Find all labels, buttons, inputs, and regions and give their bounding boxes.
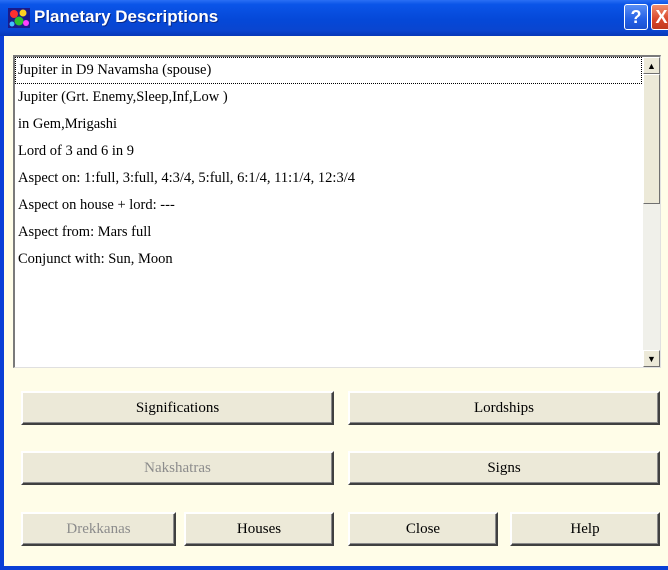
- title-help-button[interactable]: ?: [624, 4, 648, 30]
- significations-button[interactable]: Significations: [21, 391, 334, 425]
- description-listbox[interactable]: Jupiter in D9 Navamsha (spouse) Jupiter …: [13, 55, 661, 368]
- nakshatras-button[interactable]: Nakshatras: [21, 451, 334, 485]
- title-close-button[interactable]: X: [651, 4, 668, 30]
- title-bar[interactable]: Planetary Descriptions ? X: [0, 0, 668, 36]
- list-item[interactable]: Aspect from: Mars full: [15, 219, 642, 246]
- help-icon: ?: [630, 6, 642, 27]
- list-item[interactable]: Jupiter (Grt. Enemy,Sleep,Inf,Low ): [15, 84, 642, 111]
- description-list[interactable]: Jupiter in D9 Navamsha (spouse) Jupiter …: [15, 57, 642, 367]
- window-title: Planetary Descriptions: [34, 7, 219, 26]
- close-button[interactable]: Close: [348, 512, 498, 546]
- close-icon: X: [655, 6, 668, 27]
- lordships-button[interactable]: Lordships: [348, 391, 660, 425]
- list-item[interactable]: Aspect on: 1:full, 3:full, 4:3/4, 5:full…: [15, 165, 642, 192]
- scroll-thumb[interactable]: [643, 74, 660, 204]
- list-item[interactable]: Jupiter in D9 Navamsha (spouse): [15, 57, 642, 84]
- list-item[interactable]: Aspect on house + lord: ---: [15, 192, 642, 219]
- planetary-descriptions-window: Planetary Descriptions ? X Jupiter in D9…: [0, 0, 668, 570]
- list-item[interactable]: Conjunct with: Sun, Moon: [15, 246, 642, 273]
- scroll-up-button[interactable]: ▲: [643, 57, 660, 74]
- signs-button[interactable]: Signs: [348, 451, 660, 485]
- arrow-up-icon: ▲: [647, 60, 656, 71]
- vertical-scrollbar[interactable]: ▲ ▼: [643, 57, 660, 367]
- list-item[interactable]: in Gem,Mrigashi: [15, 111, 642, 138]
- help-button[interactable]: Help: [510, 512, 660, 546]
- houses-button[interactable]: Houses: [184, 512, 334, 546]
- app-icon: [8, 8, 30, 28]
- drekkanas-button[interactable]: Drekkanas: [21, 512, 176, 546]
- arrow-down-icon: ▼: [647, 353, 656, 364]
- scroll-down-button[interactable]: ▼: [643, 350, 660, 367]
- dialog-client-area: Jupiter in D9 Navamsha (spouse) Jupiter …: [4, 36, 668, 566]
- list-item[interactable]: Lord of 3 and 6 in 9: [15, 138, 642, 165]
